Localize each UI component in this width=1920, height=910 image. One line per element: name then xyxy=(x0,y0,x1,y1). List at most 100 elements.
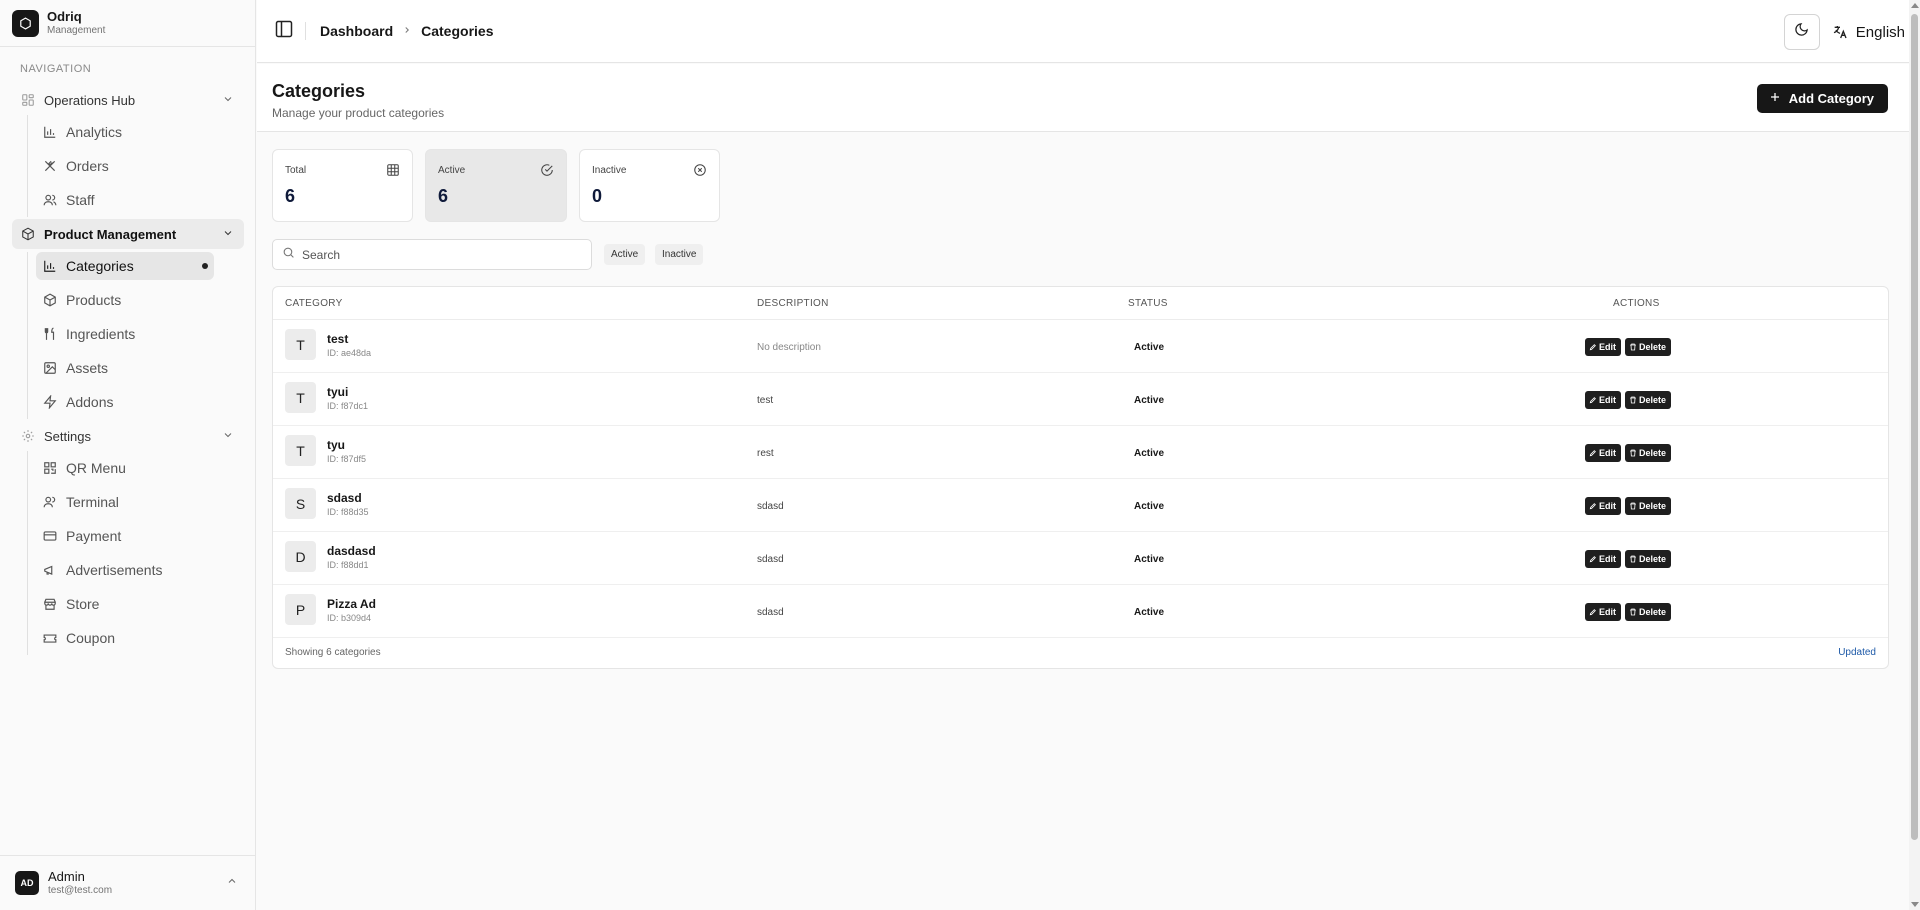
nav-group-operations-hub[interactable]: Operations Hub xyxy=(12,85,244,115)
delete-button[interactable]: Delete xyxy=(1625,603,1672,621)
row-count: Showing 6 categories xyxy=(285,647,381,658)
edit-button[interactable]: Edit xyxy=(1585,497,1621,515)
delete-button[interactable]: Delete xyxy=(1625,338,1672,356)
add-category-label: Add Category xyxy=(1788,91,1874,106)
scroll-up-arrow-icon[interactable] xyxy=(1911,3,1919,8)
category-name: Pizza Ad xyxy=(327,597,376,611)
sidebar-item-label: Analytics xyxy=(66,124,123,140)
bar-chart-icon xyxy=(42,258,58,274)
edit-label: Edit xyxy=(1599,448,1616,458)
stat-card-active[interactable]: Active 6 xyxy=(425,149,567,222)
edit-button[interactable]: Edit xyxy=(1585,444,1621,462)
sidebar-item-advertisements[interactable]: Advertisements xyxy=(36,553,214,587)
check-circle-icon xyxy=(540,163,554,182)
sidebar-item-label: Categories xyxy=(66,258,134,274)
sidebar-item-assets[interactable]: Assets xyxy=(36,351,214,385)
delete-label: Delete xyxy=(1639,554,1667,564)
trash-icon xyxy=(1630,449,1636,457)
plus-icon xyxy=(1769,90,1781,108)
language-selector[interactable]: English xyxy=(1832,14,1909,50)
hexagon-logo-icon xyxy=(12,9,39,37)
trash-icon xyxy=(1630,555,1636,563)
delete-button[interactable]: Delete xyxy=(1625,497,1672,515)
chevron-right-icon xyxy=(402,24,412,38)
sidebar-toggle-button[interactable] xyxy=(271,18,297,44)
table-header: CATEGORY DESCRIPTION STATUS ACTIONS xyxy=(273,287,1888,320)
chevron-down-icon xyxy=(222,227,234,242)
edit-button[interactable]: Edit xyxy=(1585,603,1621,621)
users-icon xyxy=(42,192,58,208)
stat-card-inactive[interactable]: Inactive 0 xyxy=(579,149,720,222)
categories-table: CATEGORY DESCRIPTION STATUS ACTIONS T te… xyxy=(272,286,1889,669)
breadcrumb-dashboard[interactable]: Dashboard xyxy=(320,23,393,39)
credit-card-icon xyxy=(42,528,58,544)
category-name: sdasd xyxy=(327,491,362,505)
sidebar-item-products[interactable]: Products xyxy=(36,283,214,317)
edit-button[interactable]: Edit xyxy=(1585,550,1621,568)
delete-button[interactable]: Delete xyxy=(1625,444,1672,462)
delete-label: Delete xyxy=(1639,395,1667,405)
sidebar-item-qr-menu[interactable]: QR Menu xyxy=(36,451,214,485)
edit-button[interactable]: Edit xyxy=(1585,338,1621,356)
category-description: rest xyxy=(757,448,774,459)
table-row: P Pizza Ad ID: b309d4 sdasd Active Edit … xyxy=(273,585,1888,638)
sidebar-item-store[interactable]: Store xyxy=(36,587,214,621)
pencil-icon xyxy=(1589,556,1596,563)
brand[interactable]: Odriq Management xyxy=(0,0,255,47)
brand-subtitle: Management xyxy=(47,24,106,36)
sidebar-item-coupon[interactable]: Coupon xyxy=(36,621,214,655)
pencil-icon xyxy=(1589,344,1596,351)
sidebar-item-terminal[interactable]: Terminal xyxy=(36,485,214,519)
sidebar-item-payment[interactable]: Payment xyxy=(36,519,214,553)
moon-icon xyxy=(1794,22,1809,42)
sidebar-item-categories[interactable]: Categories xyxy=(36,252,214,280)
sidebar-item-staff[interactable]: Staff xyxy=(36,183,214,217)
user-email: test@test.com xyxy=(48,884,113,896)
category-id: ID: b309d4 xyxy=(327,613,372,623)
x-circle-icon xyxy=(693,163,707,182)
scroll-down-arrow-icon[interactable] xyxy=(1911,902,1919,907)
sidebar-item-label: Terminal xyxy=(66,494,119,510)
sidebar-item-analytics[interactable]: Analytics xyxy=(36,115,214,149)
user-menu[interactable]: AD Admin test@test.com xyxy=(0,855,256,910)
sidebar-item-orders[interactable]: Orders xyxy=(36,149,214,183)
sidebar-item-ingredients[interactable]: Ingredients xyxy=(36,317,214,351)
brand-name: Odriq xyxy=(47,9,82,25)
sidebar-item-label: Orders xyxy=(66,158,109,174)
table-row: T tyui ID: f87dc1 test Active Edit Delet… xyxy=(273,373,1888,426)
chevron-up-icon xyxy=(226,874,238,892)
edit-button[interactable]: Edit xyxy=(1585,391,1621,409)
status-badge: Active xyxy=(1134,607,1165,618)
sidebar-item-addons[interactable]: Addons xyxy=(36,385,214,419)
category-name: dasdasd xyxy=(327,544,376,558)
add-category-button[interactable]: Add Category xyxy=(1756,84,1888,113)
nav-group-settings-items: QR Menu Terminal Payment Advertisements … xyxy=(27,451,244,655)
megaphone-icon xyxy=(42,562,58,578)
category-description: No description xyxy=(757,342,821,353)
nav-group-product-management[interactable]: Product Management xyxy=(12,219,244,249)
search-input[interactable] xyxy=(302,247,572,262)
theme-toggle-button[interactable] xyxy=(1783,14,1820,50)
sidebar-item-label: Ingredients xyxy=(66,326,136,342)
page-scrollbar[interactable] xyxy=(1909,0,1920,910)
stat-card-total[interactable]: Total 6 xyxy=(272,149,413,222)
user-icon xyxy=(42,494,58,510)
category-name: tyui xyxy=(327,385,349,399)
category-initial: T xyxy=(285,435,316,466)
table-row: T tyu ID: f87df5 rest Active Edit Delete xyxy=(273,426,1888,479)
status-badge: Active xyxy=(1134,395,1165,406)
table-row: S sdasd ID: f88d35 sdasd Active Edit Del… xyxy=(273,479,1888,532)
search-icon xyxy=(282,246,295,264)
delete-button[interactable]: Delete xyxy=(1625,391,1672,409)
category-id: ID: f87df5 xyxy=(327,454,367,464)
delete-button[interactable]: Delete xyxy=(1625,550,1672,568)
filter-chip-inactive[interactable]: Inactive xyxy=(655,244,704,265)
pencil-icon xyxy=(1589,450,1596,457)
edit-label: Edit xyxy=(1599,395,1616,405)
nav-group-label: Operations Hub xyxy=(44,92,136,108)
scrollbar-thumb[interactable] xyxy=(1911,14,1918,840)
bar-chart-icon xyxy=(42,124,58,140)
nav-group-settings[interactable]: Settings xyxy=(12,421,244,451)
filter-chip-active[interactable]: Active xyxy=(604,244,646,265)
nav-group-operations-items: Analytics Orders Staff xyxy=(27,115,244,217)
